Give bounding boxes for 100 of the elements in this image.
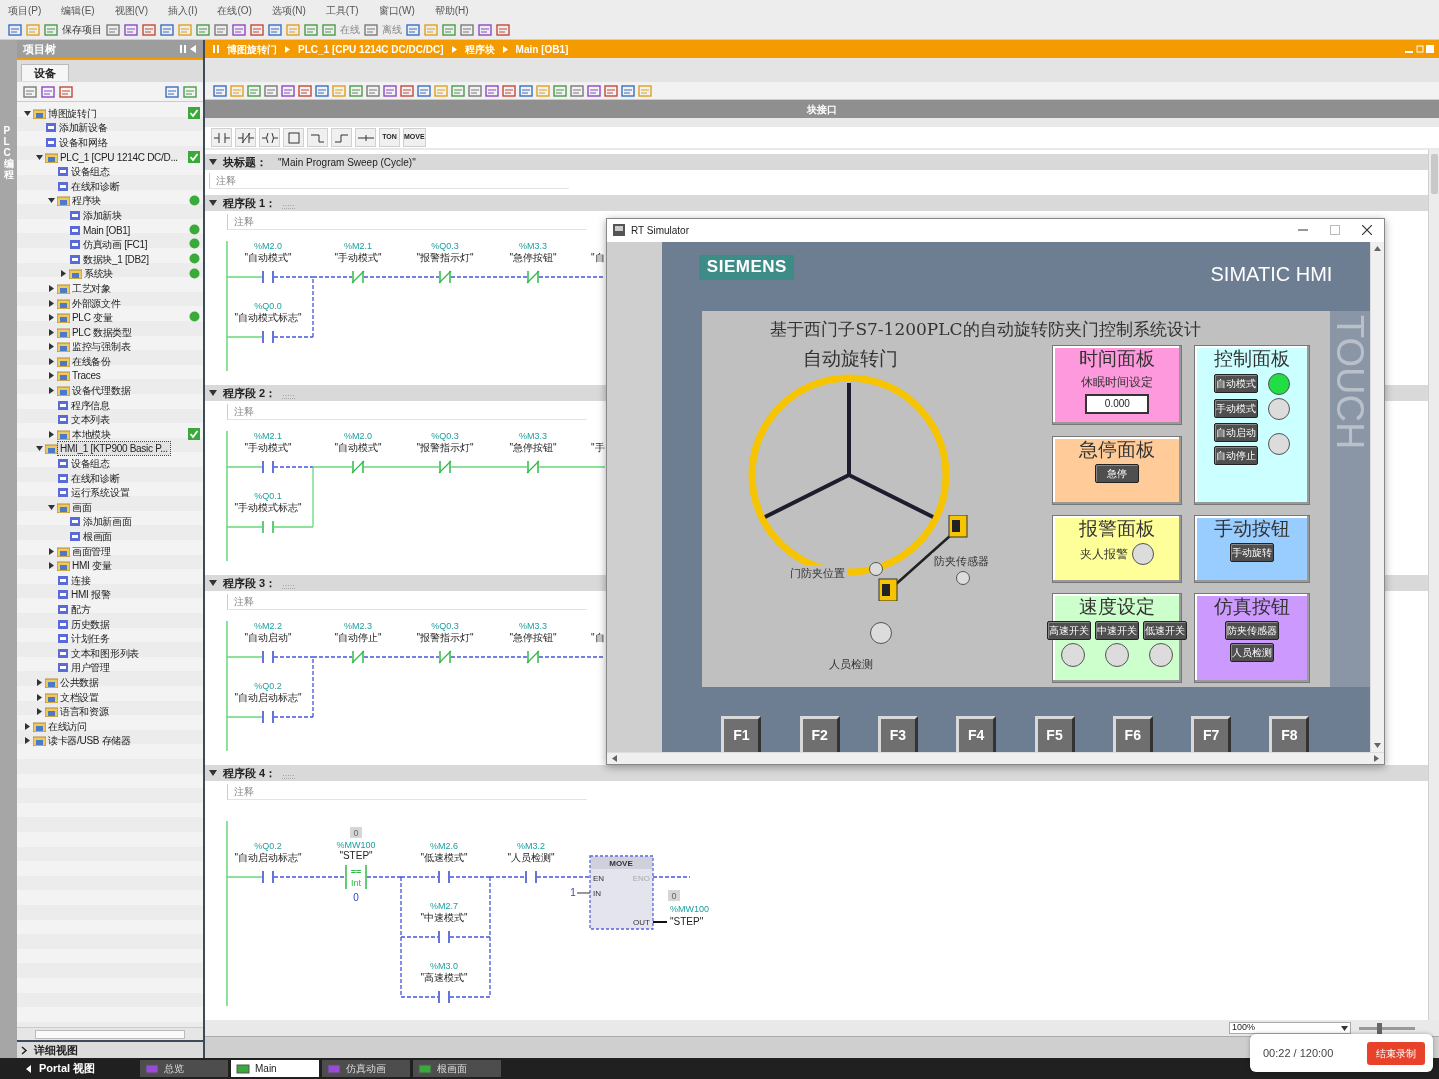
hmi-button[interactable]: 急停 <box>1095 463 1140 483</box>
tree-item[interactable]: 系统块 <box>82 267 116 281</box>
tool-icon[interactable] <box>553 83 567 98</box>
tool-icon[interactable] <box>332 83 346 98</box>
normally-open-contact[interactable] <box>438 870 450 884</box>
tool-icon[interactable] <box>298 83 312 98</box>
comment-field[interactable]: 注释 <box>227 784 587 800</box>
collapse-arrow-icon[interactable] <box>209 390 217 396</box>
function-key[interactable]: F2 <box>799 715 840 752</box>
scroll-down-icon[interactable] <box>1374 742 1382 748</box>
tool-icon[interactable] <box>44 22 58 37</box>
tree-item[interactable]: 添加新设备 <box>57 121 110 135</box>
normally-closed-contact[interactable] <box>351 650 365 664</box>
collapse-arrow-icon[interactable] <box>47 503 55 511</box>
hmi-button[interactable]: 人员检测 <box>1230 642 1275 662</box>
normally-closed-contact[interactable] <box>351 270 365 284</box>
tree-item[interactable]: 工艺对象 <box>70 281 113 295</box>
tree-item[interactable]: 设备和网络 <box>57 136 110 149</box>
tool-icon[interactable] <box>264 83 278 98</box>
vertical-scrollbar[interactable] <box>1430 154 1438 194</box>
expand-arrow-icon[interactable] <box>47 284 55 292</box>
tree-item[interactable]: 设备组态 <box>69 457 112 471</box>
tool-icon[interactable] <box>638 83 652 98</box>
normally-open-contact[interactable] <box>525 870 537 884</box>
function-key[interactable]: F3 <box>877 715 918 752</box>
expand-arrow-icon[interactable] <box>47 562 55 570</box>
normally-open-contact[interactable] <box>438 990 450 1004</box>
tool-icon[interactable] <box>41 84 55 99</box>
tool-icon[interactable] <box>460 22 474 37</box>
tool-icon[interactable] <box>106 22 120 37</box>
time-input-field[interactable]: 0.000 <box>1085 393 1150 414</box>
tool-icon[interactable] <box>142 22 156 37</box>
expand-arrow-icon[interactable] <box>23 722 31 730</box>
branch-tool-button[interactable] <box>331 128 352 147</box>
restore-icon[interactable] <box>1415 45 1424 53</box>
hmi-button[interactable]: 高速开关 <box>1047 620 1092 640</box>
hmi-button[interactable]: 手动旋转 <box>1230 542 1275 562</box>
tree-item[interactable]: 文档设置 <box>58 690 101 704</box>
menu-item[interactable]: 项目(P) <box>8 2 42 18</box>
pin-icon[interactable] <box>213 44 219 54</box>
tool-icon[interactable] <box>502 83 516 98</box>
hmi-button[interactable]: 自动模式 <box>1214 374 1259 393</box>
menu-item[interactable]: 窗口(W) <box>378 2 415 18</box>
expand-arrow-icon[interactable] <box>35 678 43 686</box>
pin-icon[interactable] <box>178 44 187 54</box>
tree-item[interactable]: 在线访问 <box>46 719 89 733</box>
tool-icon[interactable] <box>8 22 22 37</box>
normally-closed-contact[interactable] <box>526 650 540 664</box>
tree-item[interactable]: 添加新块 <box>81 208 124 222</box>
tree-item[interactable]: 程序信息 <box>69 398 112 412</box>
tool-icon[interactable] <box>183 84 197 99</box>
tool-icon[interactable] <box>286 22 300 37</box>
function-key[interactable]: F6 <box>1112 715 1153 752</box>
tool-icon[interactable] <box>160 22 174 37</box>
expand-arrow-icon[interactable] <box>23 737 31 745</box>
tree-item[interactable]: 数据块_1 [DB2] <box>81 252 151 266</box>
hmi-button[interactable]: 自动停止 <box>1214 445 1259 465</box>
scroll-right-icon[interactable] <box>1374 754 1379 762</box>
tool-icon[interactable] <box>165 84 179 99</box>
expand-arrow-icon[interactable] <box>59 270 67 278</box>
hmi-button[interactable]: 低速开关 <box>1143 620 1188 640</box>
scroll-up-icon[interactable] <box>1374 245 1382 251</box>
function-key[interactable]: F7 <box>1191 715 1232 752</box>
tree-item[interactable]: 外部源文件 <box>70 296 123 310</box>
coil-tool-button[interactable] <box>259 128 280 147</box>
collapse-arrow-icon[interactable] <box>23 109 31 117</box>
tree-item[interactable]: 语言和资源 <box>58 705 111 719</box>
tree-item[interactable]: 在线和诊断 <box>69 471 122 485</box>
tool-icon[interactable] <box>519 83 533 98</box>
function-key[interactable]: F4 <box>956 715 997 752</box>
tree-item[interactable]: 公共数据 <box>58 675 101 689</box>
normally-closed-contact[interactable] <box>526 460 540 474</box>
comment-field[interactable]: 注释 <box>227 404 587 420</box>
tool-icon[interactable] <box>26 22 40 37</box>
function-key[interactable]: F1 <box>721 715 762 752</box>
collapse-arrow-icon[interactable] <box>209 770 217 776</box>
collapse-icon[interactable] <box>189 44 197 54</box>
zoom-dropdown[interactable]: 100% <box>1229 1022 1351 1034</box>
tree-item[interactable]: 本地模块 <box>70 427 113 441</box>
tool-icon[interactable] <box>250 22 264 37</box>
normally-open-contact[interactable] <box>262 650 274 664</box>
zoom-slider-thumb[interactable] <box>1376 1022 1382 1034</box>
normally-open-contact[interactable] <box>262 330 274 344</box>
tree-item[interactable]: PLC 变量 <box>70 311 115 325</box>
tool-icon[interactable] <box>383 83 397 98</box>
tree-item[interactable]: 画面 <box>70 500 94 514</box>
tool-icon[interactable] <box>213 83 227 98</box>
contact-tool-button[interactable] <box>211 128 232 147</box>
move-instruction[interactable]: MOVE EN ENO IN OUT <box>589 855 654 930</box>
collapse-arrow-icon[interactable] <box>35 445 43 453</box>
menu-item[interactable]: 编辑(E) <box>61 2 95 18</box>
tool-icon[interactable] <box>304 22 318 37</box>
tool-icon[interactable] <box>232 22 246 37</box>
normally-open-contact[interactable] <box>262 460 274 474</box>
devices-tab[interactable]: 设备 <box>21 64 69 81</box>
collapse-arrow-icon[interactable] <box>209 200 217 206</box>
tree-item[interactable]: 在线和诊断 <box>69 179 122 193</box>
tool-icon[interactable] <box>178 22 192 37</box>
editor-tab[interactable]: 根画面 <box>413 1060 501 1077</box>
tool-icon[interactable] <box>247 83 261 98</box>
